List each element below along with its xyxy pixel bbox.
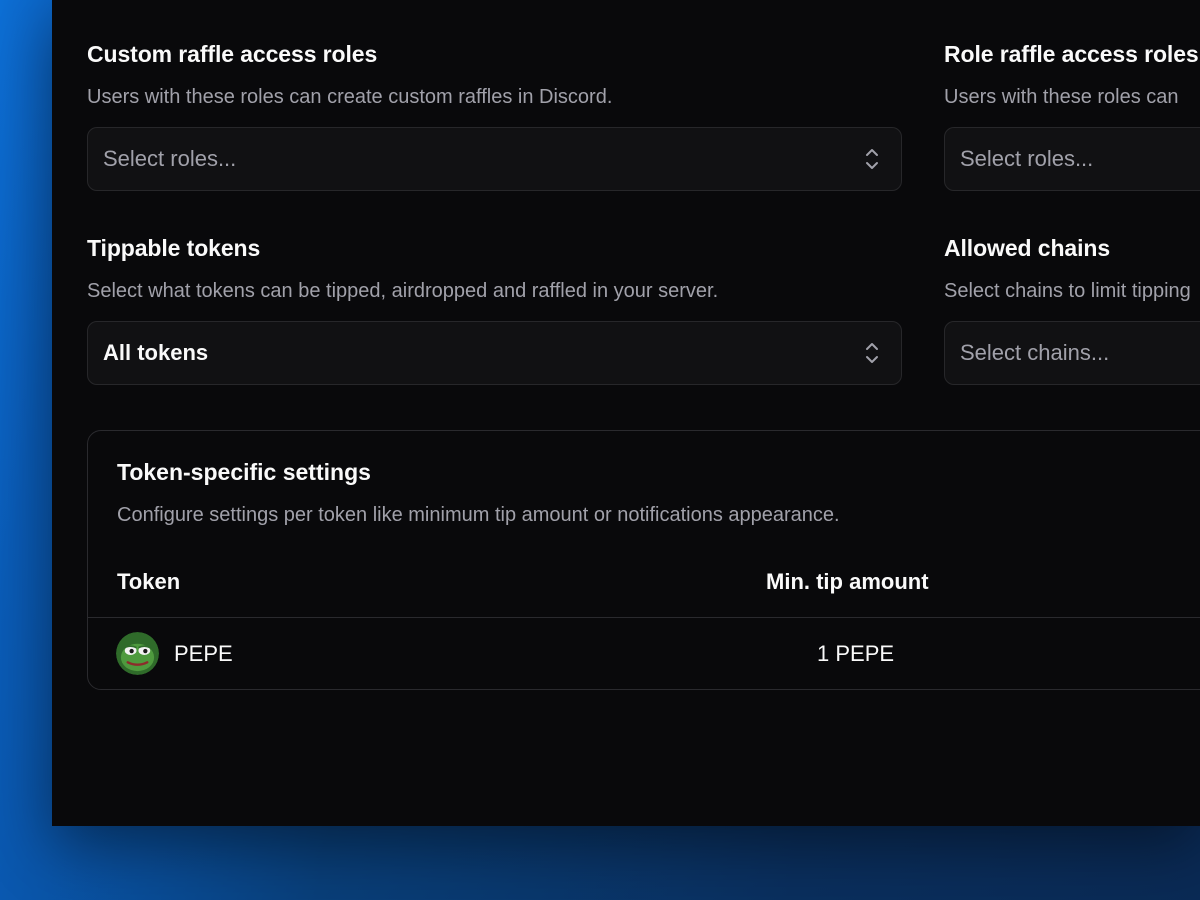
tippable-tokens-select[interactable]: All tokens [87, 321, 902, 385]
token-settings-card: Token-specific settings Configure settin… [87, 430, 1200, 690]
table-divider [88, 617, 1200, 618]
tippable-tokens-description: Select what tokens can be tipped, airdro… [87, 280, 719, 302]
token-settings-description: Configure settings per token like minimu… [117, 504, 840, 526]
role-raffle-roles-placeholder: Select roles... [960, 146, 1094, 171]
custom-raffle-roles-placeholder: Select roles... [103, 146, 237, 171]
allowed-chains-title: Allowed chains [944, 235, 1111, 261]
chevrons-up-down-icon [866, 343, 878, 363]
chevrons-up-down-icon [866, 149, 878, 169]
allowed-chains-field: Allowed chains Select chains to limit ti… [944, 235, 1200, 385]
role-raffle-roles-title: Role raffle access roles [944, 41, 1199, 67]
role-raffle-roles-description: Users with these roles can [944, 86, 1179, 108]
token-settings-title: Token-specific settings [117, 459, 371, 485]
role-raffle-roles-field: Role raffle access roles Users with thes… [944, 41, 1200, 191]
allowed-chains-placeholder: Select chains... [960, 340, 1110, 365]
tippable-tokens-field: Tippable tokens Select what tokens can b… [87, 235, 902, 385]
allowed-chains-select[interactable]: Select chains... [944, 321, 1200, 385]
custom-raffle-roles-field: Custom raffle access roles Users with th… [87, 41, 902, 191]
min-tip-value: 1 PEPE [817, 641, 895, 666]
custom-raffle-roles-description: Users with these roles can create custom… [87, 86, 613, 108]
column-header-token: Token [117, 569, 181, 594]
custom-raffle-roles-select[interactable]: Select roles... [87, 127, 902, 191]
custom-raffle-roles-title: Custom raffle access roles [87, 41, 378, 67]
column-header-min-tip: Min. tip amount [766, 569, 929, 594]
settings-panel: Custom raffle access roles Users with th… [52, 0, 1200, 826]
allowed-chains-description: Select chains to limit tipping [944, 280, 1191, 302]
pepe-frog-icon [116, 632, 159, 675]
token-name: PEPE [174, 641, 233, 666]
tippable-tokens-value: All tokens [103, 340, 209, 365]
tippable-tokens-title: Tippable tokens [87, 235, 261, 261]
role-raffle-roles-select[interactable]: Select roles... [944, 127, 1200, 191]
